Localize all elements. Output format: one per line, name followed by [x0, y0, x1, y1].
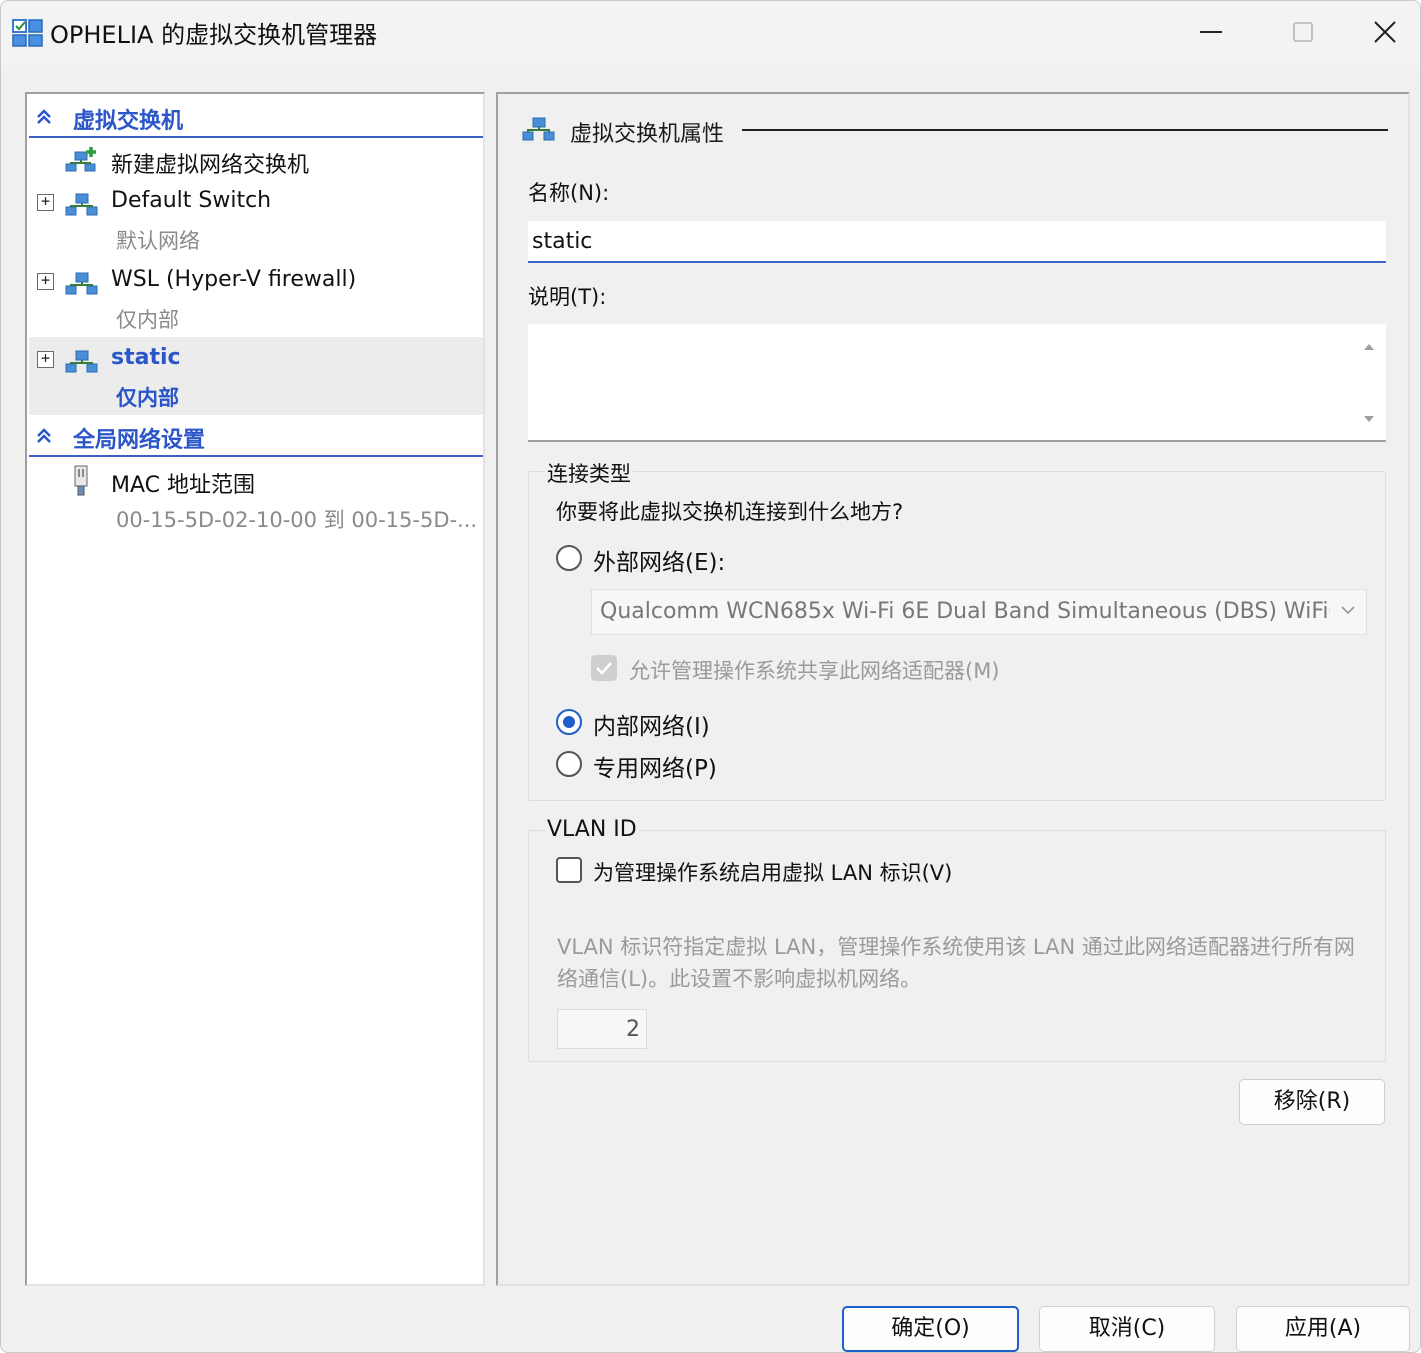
minimize-icon [1200, 31, 1222, 33]
virtual-switch-icon [65, 350, 98, 373]
switch-type: 仅内部 [116, 386, 179, 410]
checkmark-icon [596, 662, 612, 675]
switch-item-static[interactable]: + static 仅内部 [29, 337, 483, 415]
properties-title: 虚拟交换机属性 [570, 122, 725, 147]
connection-question: 你要将此虚拟交换机连接到什么地方? [556, 500, 904, 524]
virtual-switch-icon [65, 193, 98, 216]
network-adapter-dropdown[interactable]: Qualcomm WCN685x Wi-Fi 6E Dual Band Simu… [591, 589, 1367, 635]
internal-network-radio[interactable] [556, 709, 582, 735]
scroll-up-arrow-icon[interactable] [1364, 344, 1374, 350]
enable-vlan-checkbox[interactable] [556, 857, 582, 883]
notes-scrollbar[interactable] [1354, 328, 1384, 438]
notes-label: 说明(T): [528, 285, 607, 309]
section-virtual-switches[interactable]: 虚拟交换机 [29, 96, 483, 138]
section-global-network-settings[interactable]: 全局网络设置 [29, 415, 483, 457]
close-button[interactable] [1349, 1, 1420, 63]
switch-item-default-switch[interactable]: + Default Switch 默认网络 [29, 180, 483, 258]
network-adapter-icon [74, 465, 88, 496]
switch-type: 仅内部 [116, 308, 179, 332]
vlan-description: VLAN 标识符指定虚拟 LAN，管理操作系统使用该 LAN 通过此网络适配器进… [557, 935, 1355, 991]
virtual-switch-manager-window: OPHELIA 的虚拟交换机管理器 虚拟交换机 新建虚拟网络交换机 + Defa… [0, 0, 1421, 1353]
virtual-switch-icon [65, 272, 98, 295]
connection-type-title: 连接类型 [545, 458, 633, 488]
expand-toggle[interactable]: + [37, 351, 54, 368]
new-switch-label: 新建虚拟网络交换机 [111, 153, 310, 178]
vlan-id-title: VLAN ID [545, 817, 639, 842]
collapse-chevron-icon [37, 109, 51, 124]
mac-range-label: MAC 地址范围 [111, 473, 255, 498]
connection-type-group: 连接类型 你要将此虚拟交换机连接到什么地方? 外部网络(E): Qualcomm… [528, 458, 1386, 801]
switch-name: static [111, 345, 181, 370]
adapter-selected-value: Qualcomm WCN685x Wi-Fi 6E Dual Band Simu… [600, 599, 1330, 624]
navigation-pane: 虚拟交换机 新建虚拟网络交换机 + Default Switch 默认网络 + … [25, 92, 485, 1286]
window-title: OPHELIA 的虚拟交换机管理器 [50, 21, 378, 49]
allow-management-os-label: 允许管理操作系统共享此网络适配器(M) [629, 659, 1000, 683]
allow-management-os-checkbox[interactable] [591, 655, 617, 681]
switch-name: Default Switch [111, 188, 272, 213]
switch-name: WSL (Hyper-V firewall) [111, 267, 357, 292]
external-network-label[interactable]: 外部网络(E): [593, 543, 725, 577]
section-label: 全局网络设置 [73, 428, 206, 453]
cancel-button[interactable]: 取消(C) [1039, 1306, 1215, 1352]
enable-vlan-label[interactable]: 为管理操作系统启用虚拟 LAN 标识(V) [593, 857, 952, 887]
switch-type: 默认网络 [116, 229, 200, 253]
remove-button[interactable]: 移除(R) [1239, 1079, 1385, 1125]
vlan-id-input[interactable]: 2 [557, 1009, 647, 1049]
properties-pane: 虚拟交换机属性 名称(N): 说明(T): 连接类型 你要将此虚拟交换机连接到什… [496, 92, 1410, 1286]
name-label: 名称(N): [528, 181, 610, 205]
private-network-radio[interactable] [556, 751, 582, 777]
name-input[interactable] [528, 221, 1386, 263]
switch-item-wsl-hyper-v-firewall[interactable]: + WSL (Hyper-V firewall) 仅内部 [29, 259, 483, 337]
maximize-button[interactable] [1257, 1, 1349, 63]
apply-button[interactable]: 应用(A) [1236, 1306, 1410, 1352]
section-label: 虚拟交换机 [73, 109, 184, 134]
expand-toggle[interactable]: + [37, 194, 54, 211]
properties-header: 虚拟交换机属性 [522, 116, 1390, 147]
title-bar[interactable]: OPHELIA 的虚拟交换机管理器 [1, 1, 1420, 65]
notes-textarea[interactable] [528, 324, 1386, 442]
vlan-id-group: VLAN ID 为管理操作系统启用虚拟 LAN 标识(V) VLAN 标识符指定… [528, 817, 1386, 1062]
new-virtual-switch-item[interactable]: 新建虚拟网络交换机 [29, 140, 483, 180]
minimize-button[interactable] [1165, 1, 1257, 63]
scroll-down-arrow-icon[interactable] [1364, 416, 1374, 422]
collapse-chevron-icon [37, 428, 51, 443]
expand-toggle[interactable]: + [37, 273, 54, 290]
mac-address-range-item[interactable]: MAC 地址范围 00-15-5D-02-10-00 到 00-15-5D-..… [29, 459, 483, 539]
private-network-label[interactable]: 专用网络(P) [593, 749, 717, 783]
header-divider [742, 129, 1388, 131]
chevron-down-icon [1341, 606, 1355, 615]
switch-manager-app-icon [12, 19, 43, 47]
mac-range-value: 00-15-5D-02-10-00 到 00-15-5D-... [116, 508, 478, 532]
new-network-switch-icon [65, 147, 96, 172]
ok-button[interactable]: 确定(O) [842, 1306, 1019, 1352]
virtual-switch-icon [522, 117, 555, 141]
internal-network-label[interactable]: 内部网络(I) [593, 707, 710, 741]
maximize-icon [1293, 22, 1313, 42]
external-network-radio[interactable] [556, 545, 582, 571]
close-icon [1374, 21, 1396, 43]
